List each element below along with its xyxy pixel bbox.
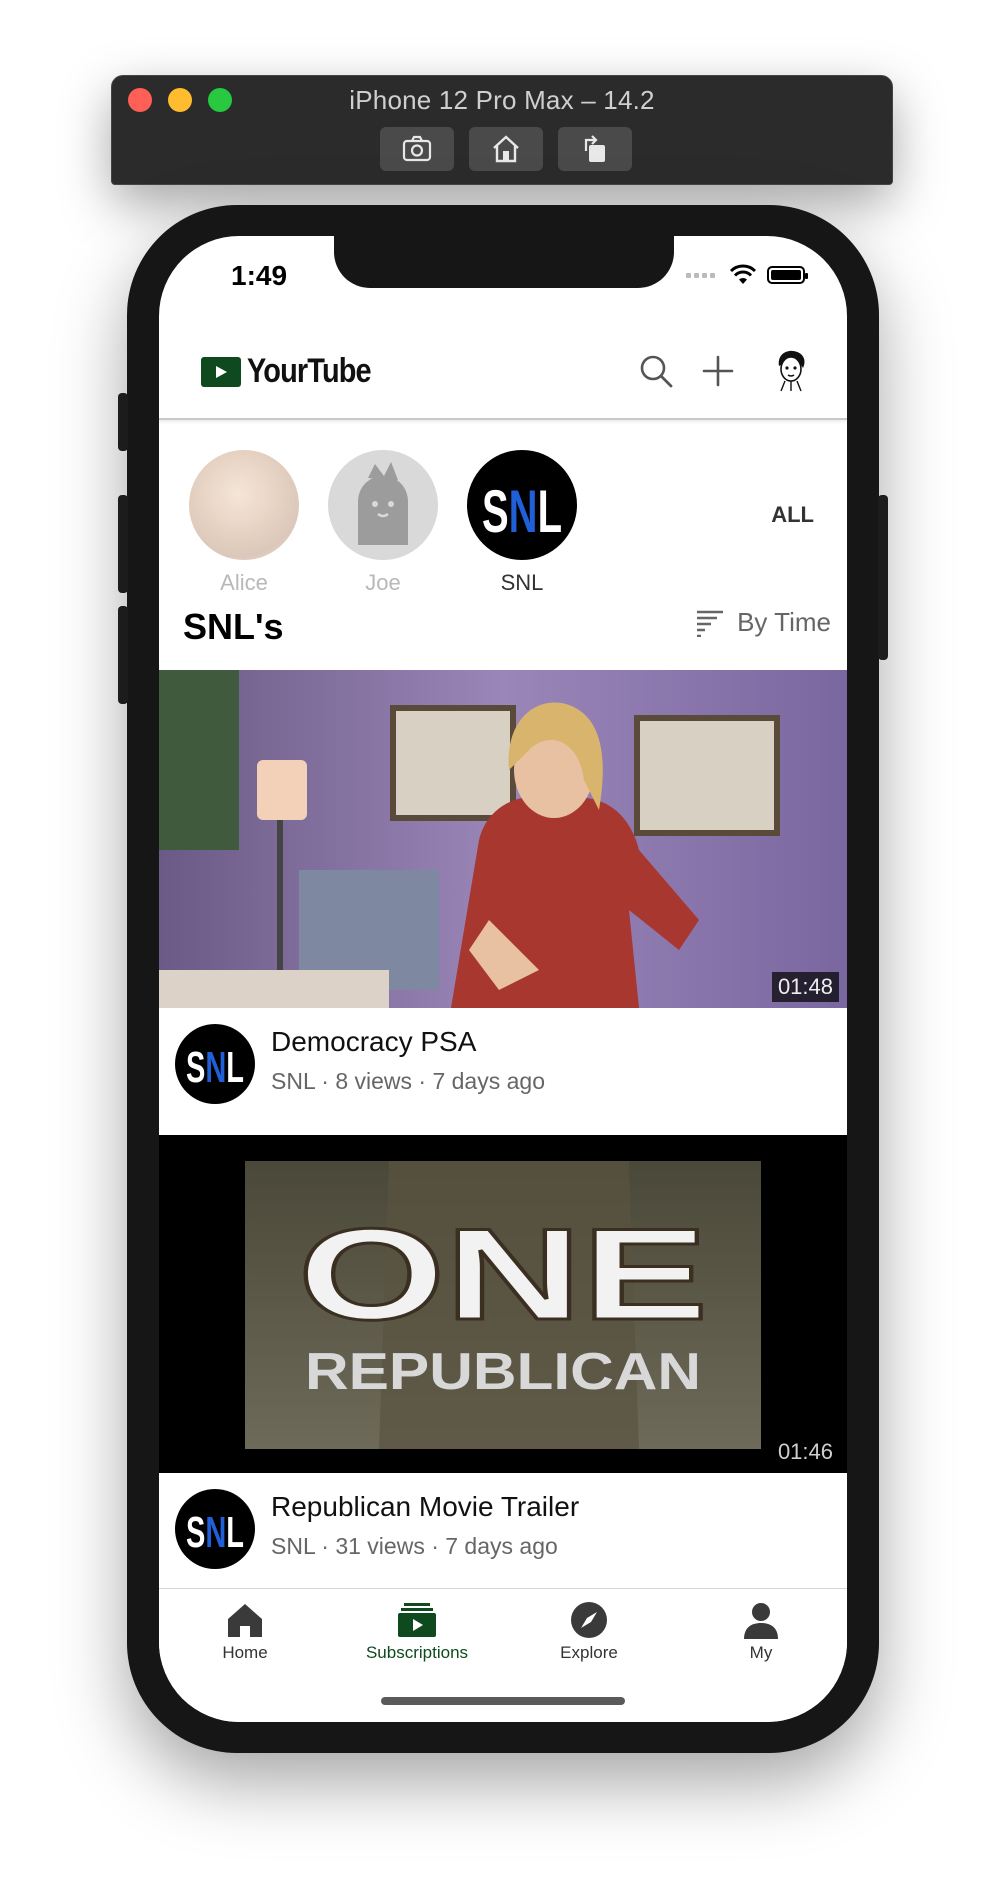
volume-down-button[interactable] xyxy=(118,606,128,704)
svg-text:SNL: SNL xyxy=(186,1508,244,1557)
video-thumbnail[interactable]: ONE REPUBLICAN 01:46 xyxy=(159,1135,847,1473)
rotate-button[interactable] xyxy=(558,127,632,171)
video-subtitle: SNL · 8 views · 7 days ago xyxy=(271,1068,545,1094)
joe-avatar xyxy=(328,450,438,560)
screenshot-icon xyxy=(402,135,432,162)
plus-icon[interactable] xyxy=(699,352,737,390)
video-title[interactable]: Democracy PSA xyxy=(271,1026,476,1058)
tab-label: Home xyxy=(222,1643,268,1662)
sort-button[interactable]: By Time xyxy=(695,607,831,638)
mute-switch[interactable] xyxy=(118,393,128,451)
video-duration: 01:46 xyxy=(777,1439,833,1464)
tab-my[interactable]: My xyxy=(691,1599,831,1663)
subscription-alice[interactable]: Alice xyxy=(189,450,299,596)
battery-icon xyxy=(767,266,808,284)
snl-channel-avatar[interactable]: SNL xyxy=(175,1489,255,1569)
compass-icon xyxy=(571,1602,607,1638)
app-header: YourTube xyxy=(159,326,847,420)
notch xyxy=(334,236,674,288)
video-subtitle: SNL · 31 views · 7 days ago xyxy=(271,1533,558,1559)
video-thumbnail-image: ONE REPUBLICAN xyxy=(159,1135,847,1473)
tab-home[interactable]: Home xyxy=(175,1599,315,1663)
status-time: 1:49 xyxy=(231,260,288,291)
video-card[interactable]: 01:48 SNL Democracy PSA SNL · 8 views · … xyxy=(159,670,847,1133)
home-indicator[interactable] xyxy=(381,1697,625,1705)
video-meta: SNL Democracy PSA SNL · 8 views · 7 days… xyxy=(159,1008,847,1133)
snl-avatar: SNL xyxy=(467,450,577,560)
sort-icon xyxy=(697,610,724,637)
all-subscriptions-button[interactable]: ALL xyxy=(771,502,814,528)
tab-explore[interactable]: Explore xyxy=(519,1599,659,1663)
snl-channel-avatar[interactable]: SNL xyxy=(175,1024,255,1104)
subscriptions-icon xyxy=(398,1603,436,1637)
subscription-joe[interactable]: Joe xyxy=(328,450,438,596)
volume-up-button[interactable] xyxy=(118,495,128,593)
home-icon xyxy=(493,135,519,163)
subscription-name: SNL xyxy=(500,570,544,595)
video-meta: SNL Republican Movie Trailer SNL · 31 vi… xyxy=(159,1473,847,1598)
app-logo[interactable]: YourTube xyxy=(201,352,393,391)
video-card[interactable]: ONE REPUBLICAN 01:46 SNL Republican Movi… xyxy=(159,1135,847,1598)
screenshot-button[interactable] xyxy=(380,127,454,171)
svg-text:SNL: SNL xyxy=(482,478,562,545)
subscription-name: Alice xyxy=(220,570,268,595)
phone-screen: 1:49 YourTube Alice Joe SNL SNL ALL SNL'… xyxy=(159,236,847,1722)
profile-avatar-icon[interactable] xyxy=(771,348,811,392)
tab-label: My xyxy=(749,1643,773,1662)
simulator-titlebar: iPhone 12 Pro Max – 14.2 xyxy=(111,75,893,185)
wifi-icon xyxy=(729,264,757,284)
simulator-title: iPhone 12 Pro Max – 14.2 xyxy=(349,85,655,115)
tab-bar: Home Subscriptions Explore My xyxy=(159,1588,847,1722)
alice-avatar xyxy=(189,450,299,560)
person-icon xyxy=(744,1603,778,1639)
subscriptions-strip: Alice Joe SNL SNL ALL xyxy=(159,420,847,595)
rotate-icon xyxy=(584,135,605,162)
thumbnail-subtitle-text: REPUBLICAN xyxy=(305,1343,701,1401)
app-name: YourTube xyxy=(247,352,372,390)
tab-label: Explore xyxy=(560,1643,618,1662)
snl-logo-icon: SNL xyxy=(482,478,562,545)
status-icons xyxy=(686,264,808,286)
video-title[interactable]: Republican Movie Trailer xyxy=(271,1491,579,1523)
cellular-signal-icon xyxy=(686,272,715,278)
ghost-avatar-icon xyxy=(358,462,408,545)
home-button[interactable] xyxy=(469,127,543,171)
video-duration: 01:48 xyxy=(771,972,839,1002)
power-button[interactable] xyxy=(878,495,888,660)
channel-feed-title: SNL's xyxy=(183,606,284,647)
svg-text:SNL: SNL xyxy=(186,1043,244,1092)
sort-label: By Time xyxy=(737,607,831,637)
video-thumbnail[interactable]: 01:48 xyxy=(159,670,847,1008)
play-logo-icon xyxy=(201,356,241,387)
home-icon xyxy=(228,1604,262,1637)
tab-label: Subscriptions xyxy=(365,1643,469,1662)
search-icon[interactable] xyxy=(637,352,675,390)
thumbnail-title-text: ONE xyxy=(298,1201,708,1347)
tab-subscriptions[interactable]: Subscriptions xyxy=(347,1599,487,1663)
video-thumbnail-image xyxy=(159,670,847,1008)
subscription-name: Joe xyxy=(365,570,401,595)
subscription-snl[interactable]: SNL SNL xyxy=(467,450,577,596)
